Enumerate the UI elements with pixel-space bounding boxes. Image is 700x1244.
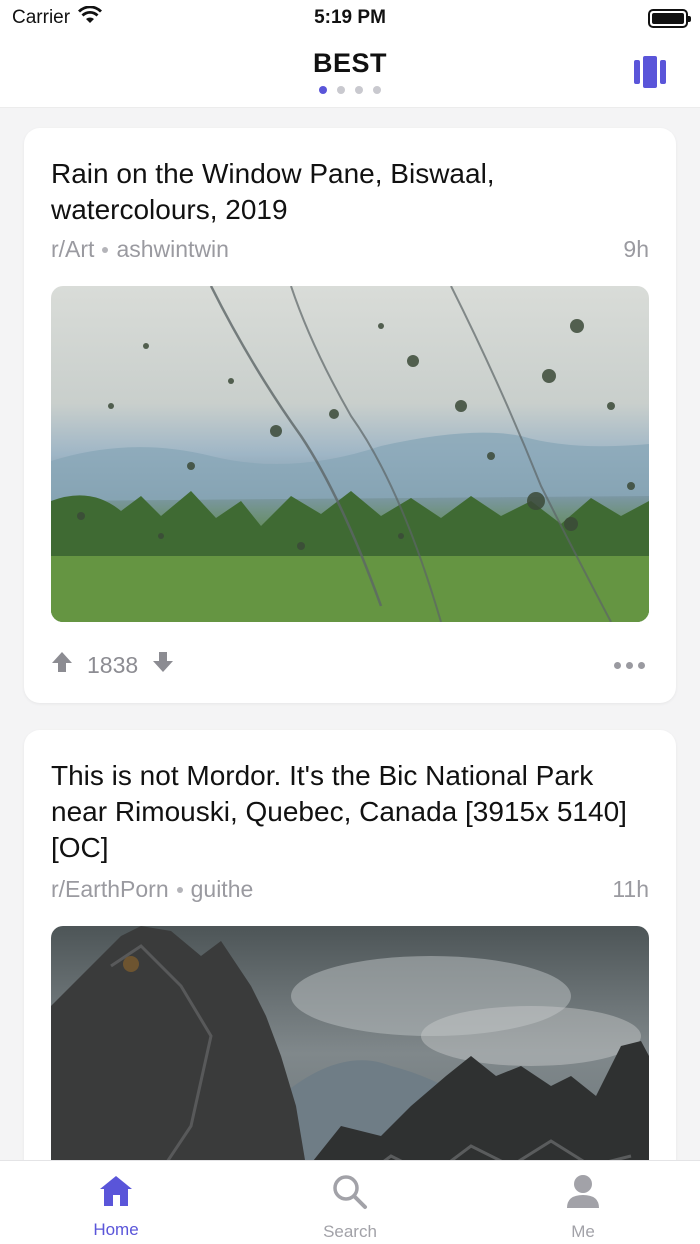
post-card[interactable]: Rain on the Window Pane, Biswaal, waterc… [24, 128, 676, 703]
vote-score: 1838 [87, 651, 139, 678]
post-image[interactable] [51, 926, 649, 1160]
post-title[interactable]: This is not Mordor. It's the Bic Nationa… [51, 758, 641, 866]
post-feed[interactable]: Rain on the Window Pane, Biswaal, waterc… [0, 108, 700, 1160]
layout-toggle-button[interactable] [634, 56, 668, 88]
post-author[interactable]: guithe [191, 876, 254, 903]
page-dot[interactable] [337, 86, 345, 94]
tab-label: Search [323, 1222, 377, 1241]
page-dot[interactable] [319, 86, 327, 94]
upvote-icon[interactable] [51, 651, 73, 679]
page-dot[interactable] [373, 86, 381, 94]
tab-bar: Home Search Me [0, 1160, 700, 1244]
post-subreddit[interactable]: r/Art [51, 236, 94, 263]
card-view-icon [634, 60, 640, 84]
page-title: BEST [312, 48, 387, 78]
home-icon [98, 1161, 134, 1214]
post-actions: 1838 [51, 650, 649, 680]
page-indicator[interactable] [0, 86, 700, 94]
tab-label: Home [93, 1220, 139, 1239]
post-age: 9h [623, 236, 649, 262]
wifi-icon [78, 5, 103, 30]
post-image[interactable] [51, 286, 649, 622]
carrier-label: Carrier [12, 7, 71, 28]
post-subreddit[interactable]: r/EarthPorn [51, 876, 169, 903]
status-bar: Carrier 5:19 PM [0, 0, 700, 36]
downvote-icon[interactable] [152, 651, 174, 679]
status-time: 5:19 PM [314, 7, 386, 28]
post-card[interactable]: This is not Mordor. It's the Bic Nationa… [24, 730, 676, 1160]
separator-dot [102, 246, 109, 253]
search-icon [331, 1161, 369, 1216]
tab-me[interactable]: Me [513, 1161, 653, 1244]
post-author[interactable]: ashwintwin [116, 236, 229, 263]
tab-home[interactable]: Home [46, 1161, 186, 1244]
card-view-icon-center [643, 56, 657, 88]
page-dot[interactable] [355, 86, 363, 94]
more-options-icon[interactable] [614, 661, 645, 669]
tab-label: Me [571, 1222, 595, 1241]
nav-header: BEST [0, 36, 700, 108]
post-age: 11h [612, 876, 649, 902]
post-title[interactable]: Rain on the Window Pane, Biswaal, waterc… [51, 156, 641, 228]
tab-search[interactable]: Search [280, 1161, 420, 1244]
card-view-icon-right [660, 60, 666, 84]
post-meta: r/Art ashwintwin 9h [51, 236, 649, 263]
battery-icon [648, 8, 691, 28]
post-meta: r/EarthPorn guithe 11h [51, 876, 649, 903]
separator-dot [176, 886, 183, 893]
person-icon [565, 1161, 601, 1216]
